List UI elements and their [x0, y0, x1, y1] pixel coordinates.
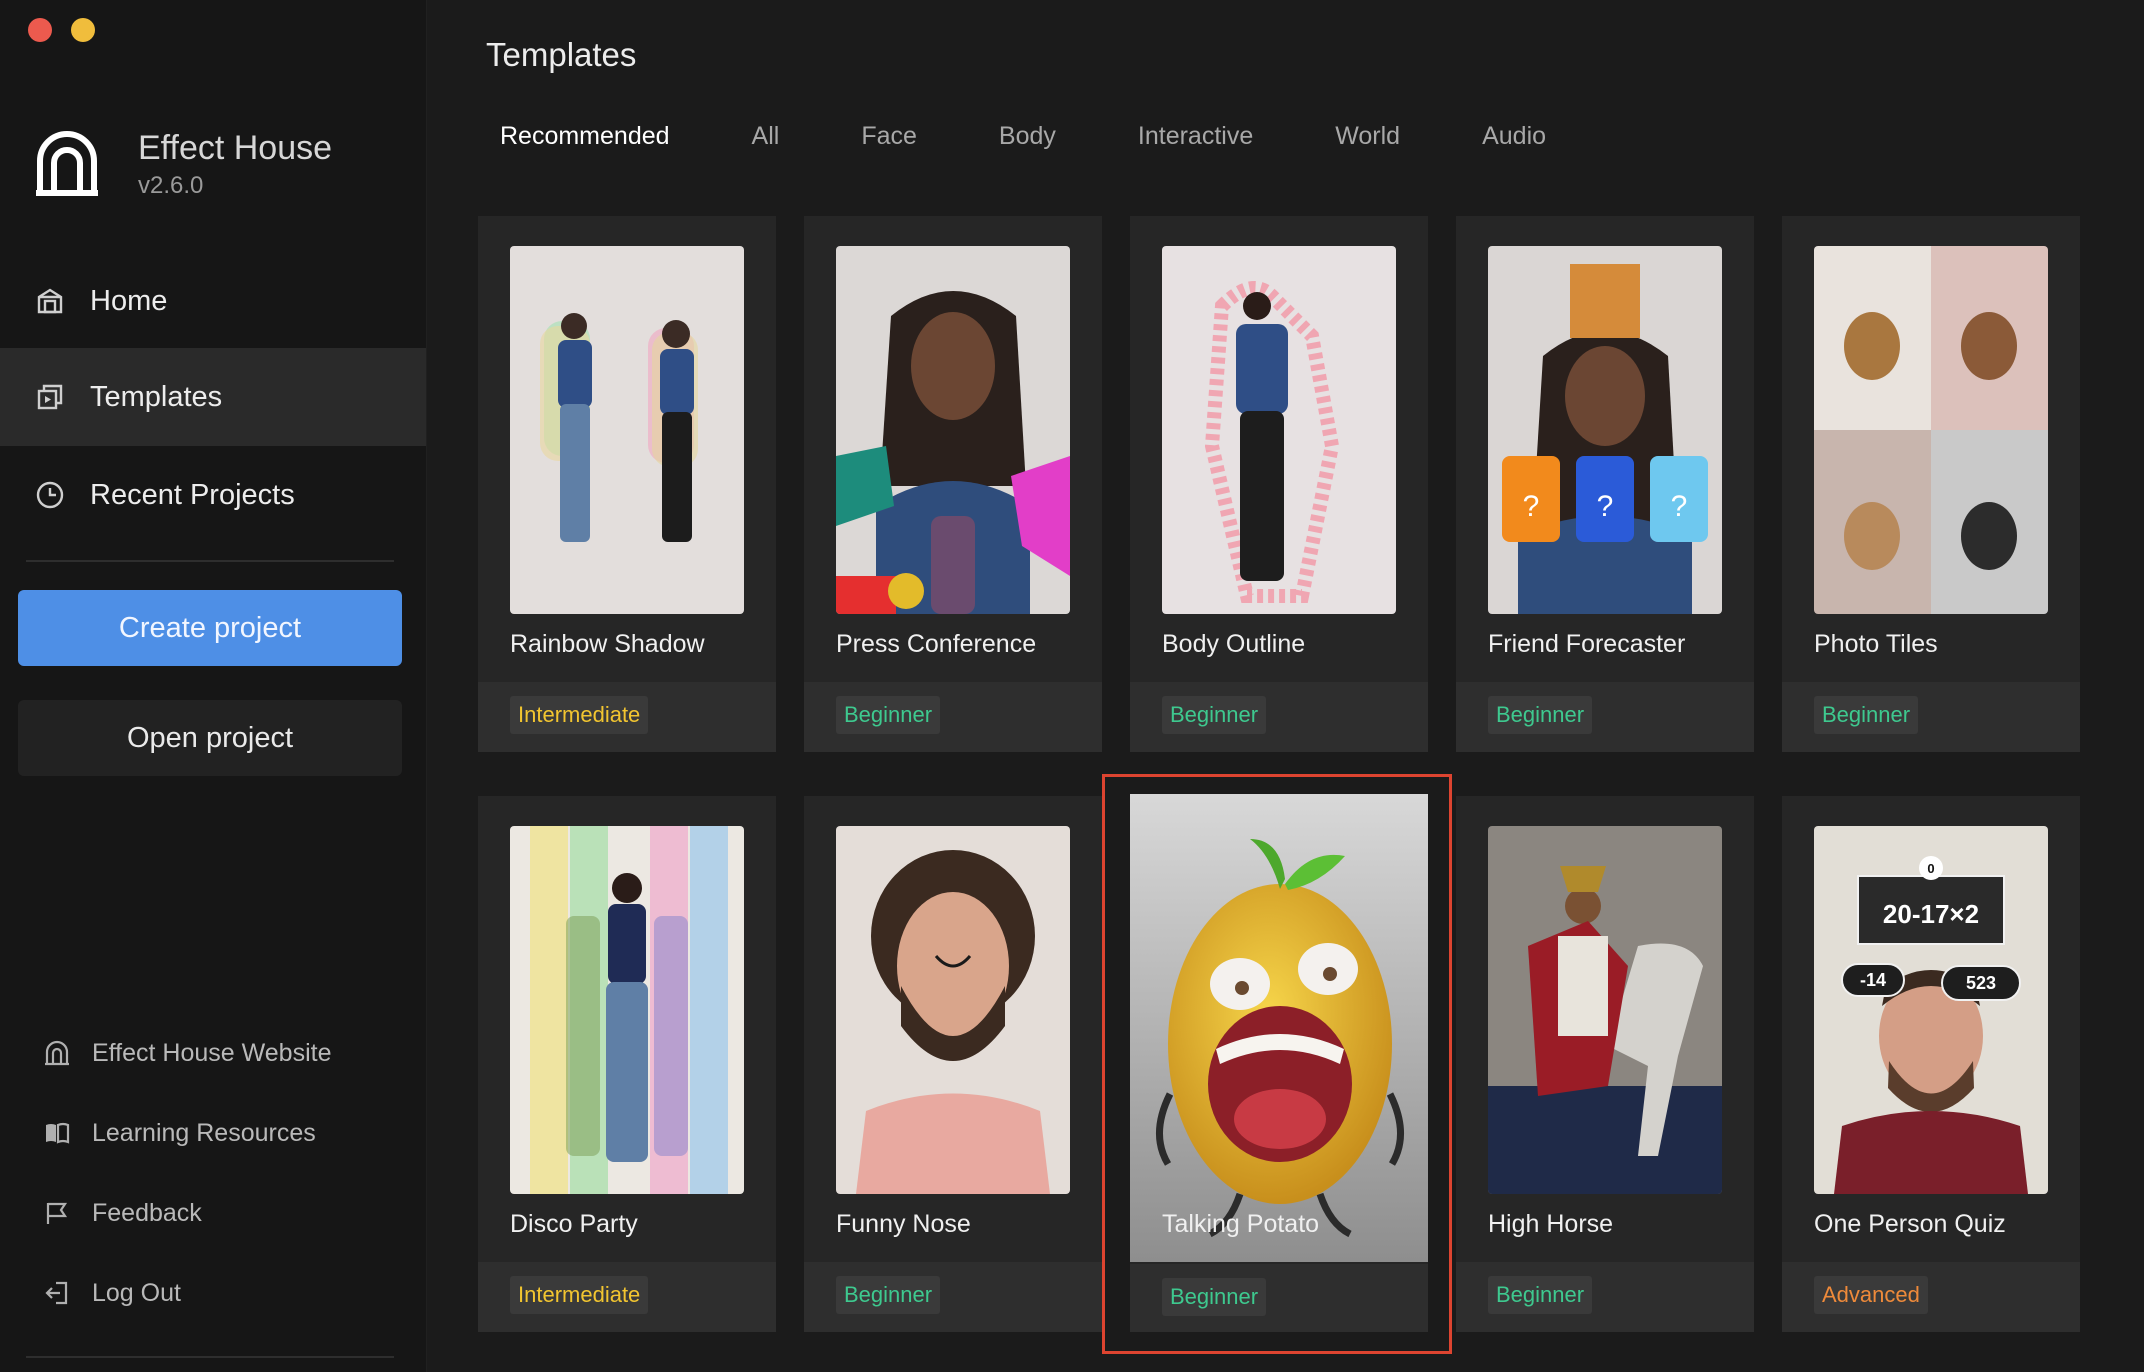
templates-icon — [34, 381, 66, 413]
template-title: Photo Tiles — [1814, 630, 1938, 658]
footer-link-label: Log Out — [92, 1278, 181, 1307]
difficulty-badge: Beginner — [1814, 696, 1919, 734]
template-card-high-horse[interactable]: High Horse Beginner — [1456, 796, 1754, 1332]
nav-label: Recent Projects — [90, 478, 295, 511]
template-card-one-person-quiz[interactable]: 20-17×2 0 -14 523 One Person Quiz Advanc… — [1782, 796, 2080, 1332]
template-title: Talking Potato — [1162, 1210, 1320, 1238]
template-thumbnail: 20-17×2 0 -14 523 — [1814, 826, 2048, 1194]
difficulty-badge: Beginner — [1488, 1276, 1593, 1314]
window-controls — [28, 18, 95, 42]
footer-link-effect-house-website[interactable]: Effect House Website — [42, 1038, 331, 1068]
tab-world[interactable]: World — [1313, 114, 1422, 159]
difficulty-badge: Beginner — [836, 1276, 941, 1314]
template-thumbnail — [510, 826, 744, 1194]
template-card-body-outline[interactable]: Body Outline Beginner — [1130, 216, 1428, 752]
footer-link-feedback[interactable]: Feedback — [42, 1198, 202, 1228]
nav-label: Templates — [90, 380, 223, 413]
template-card-footer: Beginner — [1456, 1262, 1754, 1332]
logout-icon — [42, 1278, 72, 1308]
template-card-talking-potato[interactable]: Talking Potato Beginner — [1130, 794, 1428, 1332]
minimize-window-button[interactable] — [71, 18, 95, 42]
tab-face[interactable]: Face — [839, 114, 939, 159]
template-card-rainbow-shadow[interactable]: Rainbow Shadow Intermediate — [478, 216, 776, 752]
template-title: Friend Forecaster — [1488, 630, 1686, 658]
template-thumbnail — [1130, 794, 1428, 1262]
template-card-disco-party[interactable]: Disco Party Intermediate — [478, 796, 776, 1332]
tab-all[interactable]: All — [730, 114, 802, 159]
close-window-button[interactable] — [28, 18, 52, 42]
difficulty-badge: Beginner — [1162, 1278, 1267, 1316]
difficulty-badge: Beginner — [836, 696, 941, 734]
clock-icon — [34, 479, 66, 511]
nav-item-home[interactable]: Home — [0, 252, 426, 350]
quiz-timer-label: 0 — [1927, 861, 1934, 876]
template-card-footer: Beginner — [1782, 682, 2080, 752]
footer-link-label: Feedback — [92, 1198, 202, 1227]
home-icon — [34, 285, 66, 317]
footer-link-label: Learning Resources — [92, 1118, 316, 1147]
template-card-footer: Intermediate — [478, 1262, 776, 1332]
template-card-footer: Intermediate — [478, 682, 776, 752]
sidebar: Effect House v2.6.0 Home Templates Recen… — [0, 0, 427, 1372]
brand: Effect House v2.6.0 — [34, 128, 332, 200]
book-icon — [42, 1118, 72, 1148]
template-card-friend-forecaster[interactable]: ? ? ? Friend Forecaster Beginner — [1456, 216, 1754, 752]
footer-link-label: Effect House Website — [92, 1038, 332, 1067]
app-version: v2.6.0 — [138, 172, 204, 199]
nav-item-recent-projects[interactable]: Recent Projects — [0, 446, 426, 544]
website-icon — [42, 1038, 72, 1068]
tab-interactive[interactable]: Interactive — [1116, 114, 1275, 159]
template-title: Press Conference — [836, 630, 1037, 658]
flag-icon — [42, 1198, 72, 1228]
open-project-button[interactable]: Open project — [18, 700, 402, 776]
footer-link-log-out[interactable]: Log Out — [42, 1278, 181, 1308]
category-tabs: Recommended All Face Body Interactive Wo… — [478, 114, 1606, 159]
svg-text:?: ? — [1671, 490, 1688, 523]
template-card-funny-nose[interactable]: Funny Nose Beginner — [804, 796, 1102, 1332]
template-thumbnail — [836, 246, 1070, 614]
template-thumbnail — [1814, 246, 2048, 614]
template-thumbnail — [510, 246, 744, 614]
difficulty-badge: Intermediate — [510, 696, 649, 734]
difficulty-badge: Intermediate — [510, 1276, 649, 1314]
template-title: Disco Party — [510, 1210, 638, 1238]
template-card-press-conference[interactable]: Press Conference Beginner — [804, 216, 1102, 752]
quiz-right-answer-label: 523 — [1966, 973, 1996, 993]
tab-audio[interactable]: Audio — [1460, 114, 1568, 159]
difficulty-badge: Beginner — [1488, 696, 1593, 734]
template-card-footer: Advanced — [1782, 1262, 2080, 1332]
template-card-footer: Beginner — [1130, 1264, 1428, 1332]
template-card-footer: Beginner — [1130, 682, 1428, 752]
template-thumbnail — [836, 826, 1070, 1194]
template-card-footer: Beginner — [804, 682, 1102, 752]
sidebar-divider — [26, 560, 394, 562]
template-title: Funny Nose — [836, 1210, 971, 1238]
template-card-footer: Beginner — [804, 1262, 1102, 1332]
app-name: Effect House — [138, 129, 333, 167]
footer-link-learning-resources[interactable]: Learning Resources — [42, 1118, 316, 1148]
template-card-photo-tiles[interactable]: Photo Tiles Beginner — [1782, 216, 2080, 752]
tab-body[interactable]: Body — [977, 114, 1078, 159]
create-project-button[interactable]: Create project — [18, 590, 402, 666]
page-title: Templates — [486, 36, 637, 73]
template-title: High Horse — [1488, 1210, 1614, 1238]
svg-text:?: ? — [1597, 490, 1614, 523]
template-thumbnail — [1162, 246, 1396, 614]
template-card-footer: Beginner — [1456, 682, 1754, 752]
quiz-question-label: 20-17×2 — [1883, 899, 1979, 929]
difficulty-badge: Advanced — [1814, 1276, 1928, 1314]
svg-text:?: ? — [1523, 490, 1540, 523]
effect-house-logo-icon — [36, 131, 98, 196]
nav-label: Home — [90, 284, 168, 317]
difficulty-badge: Beginner — [1162, 696, 1267, 734]
quiz-left-answer-label: -14 — [1860, 970, 1886, 990]
tab-recommended[interactable]: Recommended — [478, 114, 692, 159]
template-title: Rainbow Shadow — [510, 630, 705, 658]
template-thumbnail — [1488, 826, 1722, 1194]
sidebar-bottom-divider — [26, 1356, 394, 1358]
nav-item-templates[interactable]: Templates — [0, 348, 426, 446]
template-title: One Person Quiz — [1814, 1210, 2006, 1238]
template-title: Body Outline — [1162, 630, 1306, 658]
template-thumbnail: ? ? ? — [1488, 246, 1722, 614]
